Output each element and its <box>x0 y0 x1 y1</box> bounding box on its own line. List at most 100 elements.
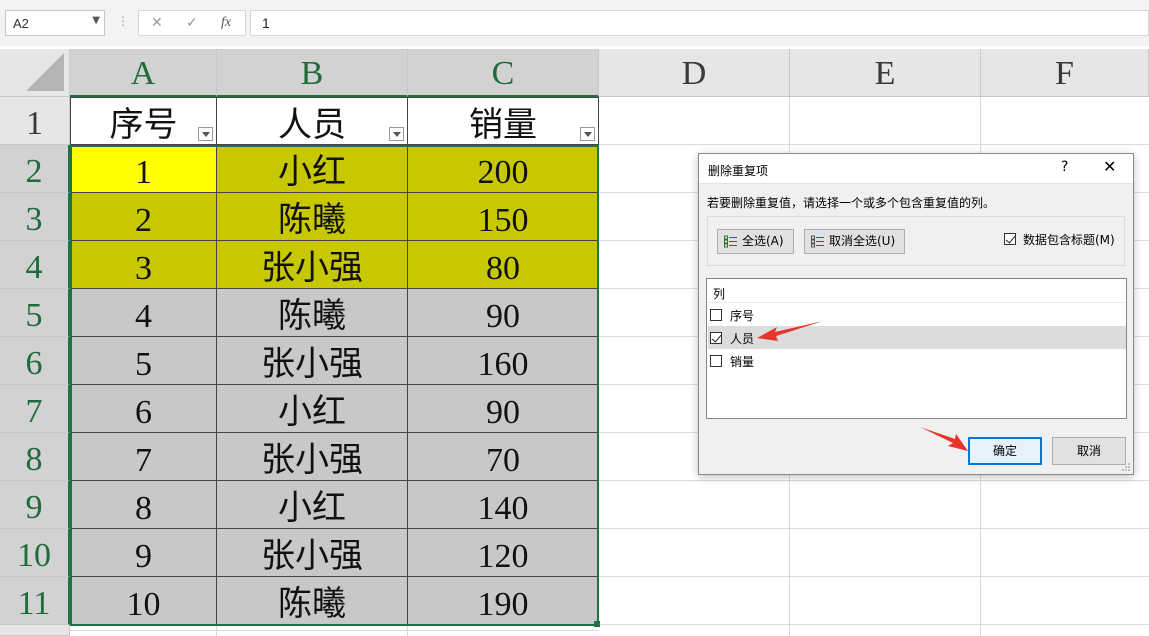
row-header-7[interactable]: 7 <box>0 385 70 433</box>
gridline <box>599 576 1149 577</box>
filter-dropdown-icon[interactable] <box>580 127 595 141</box>
header-cell-seq[interactable]: 序号 <box>70 97 217 145</box>
cell-c6[interactable]: 160 <box>408 337 599 385</box>
cell-c3[interactable]: 150 <box>408 193 599 241</box>
cell-b5[interactable]: 陈曦 <box>217 289 408 337</box>
gridline <box>407 625 408 636</box>
cell-a5[interactable]: 4 <box>70 289 217 337</box>
header-label: 人员 <box>278 105 346 145</box>
gridline <box>70 630 599 631</box>
remove-duplicates-dialog: 删除重复项 ? ✕ 若要删除重复值，请选择一个或多个包含重复值的列。 全选(A) <box>698 153 1134 475</box>
cell-c5[interactable]: 90 <box>408 289 599 337</box>
row-header-5[interactable]: 5 <box>0 289 70 337</box>
cell-c10[interactable]: 120 <box>408 529 599 577</box>
row-header-12[interactable] <box>0 625 70 636</box>
list-item-seq[interactable]: 序号 <box>708 303 1126 326</box>
cell-c8[interactable]: 70 <box>408 433 599 481</box>
filter-dropdown-icon[interactable] <box>198 127 213 141</box>
select-all-button[interactable]: 全选(A) <box>717 229 794 254</box>
column-header-f[interactable]: F <box>981 49 1149 97</box>
name-box[interactable]: A2 ▼ <box>5 10 105 36</box>
help-button[interactable]: ? <box>1061 159 1068 175</box>
cell-b8[interactable]: 张小强 <box>217 433 408 481</box>
cell-a2[interactable]: 1 <box>70 145 217 193</box>
resize-grip-icon[interactable] <box>1121 462 1131 472</box>
gridline <box>599 144 1149 145</box>
row-header-11[interactable]: 11 <box>0 577 70 625</box>
row-header-3[interactable]: 3 <box>0 193 70 241</box>
row-header-8[interactable]: 8 <box>0 433 70 481</box>
has-headers-label[interactable]: 数据包含标题(M) <box>1023 231 1115 248</box>
cancel-button[interactable]: 取消 <box>1052 437 1126 465</box>
cell-c2[interactable]: 200 <box>408 145 599 193</box>
column-label: 销量 <box>730 355 755 369</box>
gridline <box>599 624 1149 625</box>
cell-b3[interactable]: 陈曦 <box>217 193 408 241</box>
cell-a8[interactable]: 7 <box>70 433 217 481</box>
cell-a10[interactable]: 9 <box>70 529 217 577</box>
column-label: 人员 <box>730 332 755 346</box>
unchecklist-icon <box>811 235 824 248</box>
columns-listbox[interactable]: 列 序号 人员 销量 <box>706 278 1127 419</box>
cell-c9[interactable]: 140 <box>408 481 599 529</box>
column-header-c[interactable]: C <box>408 49 599 97</box>
fx-icon[interactable]: fx <box>221 15 231 31</box>
cell-b9[interactable]: 小红 <box>217 481 408 529</box>
column-header-a[interactable]: A <box>70 49 217 97</box>
cell-a9[interactable]: 8 <box>70 481 217 529</box>
gridline <box>599 480 1149 481</box>
enter-icon[interactable]: ✓ <box>186 15 198 31</box>
cell-b7[interactable]: 小红 <box>217 385 408 433</box>
cell-a3[interactable]: 2 <box>70 193 217 241</box>
cell-b11[interactable]: 陈曦 <box>217 577 408 625</box>
filter-dropdown-icon[interactable] <box>389 127 404 141</box>
column-label: 序号 <box>730 309 755 323</box>
formula-input[interactable]: 1 <box>250 10 1149 36</box>
gridline <box>599 528 1149 529</box>
list-item-person[interactable]: 人员 <box>708 326 1126 349</box>
close-button[interactable]: ✕ <box>1103 157 1116 176</box>
cell-a11[interactable]: 10 <box>70 577 217 625</box>
cell-a7[interactable]: 6 <box>70 385 217 433</box>
select-all-corner[interactable] <box>0 49 70 97</box>
list-header: 列 <box>713 287 726 301</box>
cell-b10[interactable]: 张小强 <box>217 529 408 577</box>
unselect-all-button[interactable]: 取消全选(U) <box>804 229 905 254</box>
row-header-10[interactable]: 10 <box>0 529 70 577</box>
row-header-9[interactable]: 9 <box>0 481 70 529</box>
cell-b2[interactable]: 小红 <box>217 145 408 193</box>
row-header-6[interactable]: 6 <box>0 337 70 385</box>
cell-c11[interactable]: 190 <box>408 577 599 625</box>
options-group: 全选(A) 取消全选(U) 数据包含标题(M) <box>707 216 1125 266</box>
header-cell-sales[interactable]: 销量 <box>408 97 599 145</box>
column-checkbox[interactable] <box>710 309 722 321</box>
list-item-sales[interactable]: 销量 <box>708 349 1126 372</box>
header-label: 销量 <box>469 105 537 145</box>
header-cell-person[interactable]: 人员 <box>217 97 408 145</box>
drag-handle-icon[interactable]: ⋮ <box>117 14 129 28</box>
select-all-icon <box>26 53 64 91</box>
cell-b4[interactable]: 张小强 <box>217 241 408 289</box>
cell-b6[interactable]: 张小强 <box>217 337 408 385</box>
cancel-icon[interactable]: ✕ <box>151 15 163 31</box>
formula-value: 1 <box>262 15 270 31</box>
has-headers-checkbox[interactable] <box>1004 233 1016 245</box>
row-header-2[interactable]: 2 <box>0 145 70 193</box>
chevron-down-icon[interactable]: ▼ <box>92 15 100 26</box>
cell-a4[interactable]: 3 <box>70 241 217 289</box>
row-header-1[interactable]: 1 <box>0 97 70 145</box>
cell-a6[interactable]: 5 <box>70 337 217 385</box>
cell-c7[interactable]: 90 <box>408 385 599 433</box>
column-checkbox[interactable] <box>710 355 722 367</box>
row-header-4[interactable]: 4 <box>0 241 70 289</box>
checklist-icon <box>724 235 737 248</box>
dialog-prompt: 若要删除重复值，请选择一个或多个包含重复值的列。 <box>707 196 996 210</box>
column-header-e[interactable]: E <box>790 49 981 97</box>
cell-c4[interactable]: 80 <box>408 241 599 289</box>
column-checkbox[interactable] <box>710 332 722 344</box>
header-label: 序号 <box>109 105 178 145</box>
column-header-b[interactable]: B <box>217 49 408 97</box>
ok-button[interactable]: 确定 <box>968 437 1042 465</box>
column-header-d[interactable]: D <box>599 49 790 97</box>
fill-handle[interactable] <box>594 621 600 627</box>
